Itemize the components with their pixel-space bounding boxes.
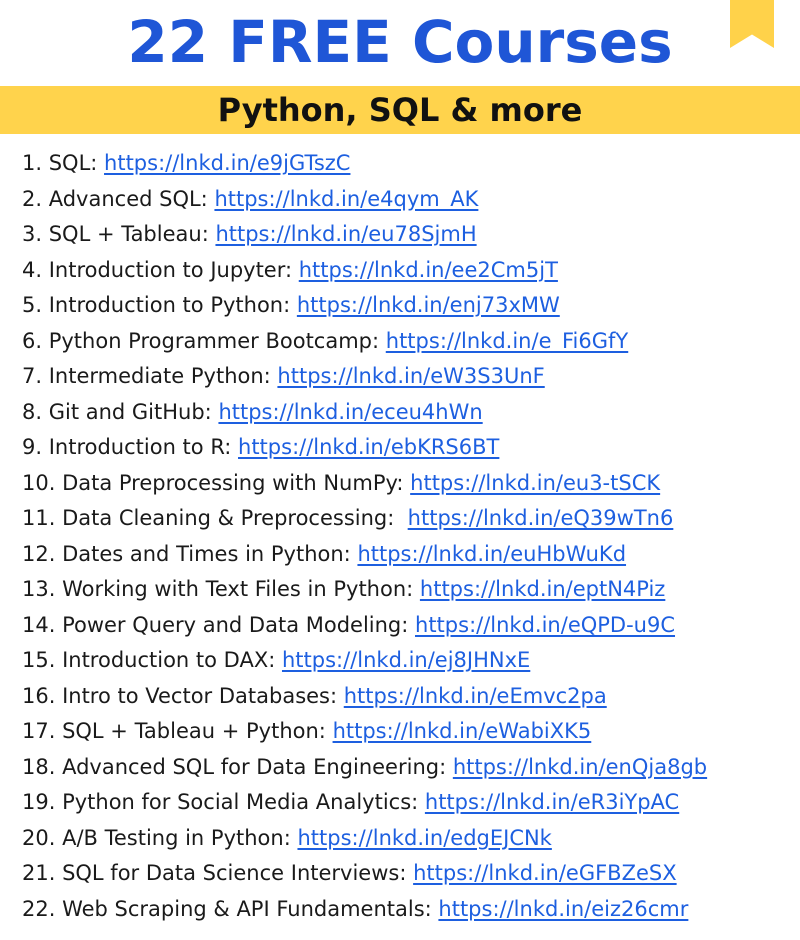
page-title: 22 FREE Courses: [127, 8, 673, 76]
course-label: 18. Advanced SQL for Data Engineering:: [22, 754, 453, 779]
course-link[interactable]: https://lnkd.in/edgEJCNk: [297, 826, 551, 850]
course-link[interactable]: https://lnkd.in/eQ39wTn6: [408, 506, 674, 530]
course-item-8: 8. Git and GitHub: https://lnkd.in/eceu4…: [22, 395, 707, 431]
course-item-12: 12. Dates and Times in Python: https://l…: [22, 537, 707, 573]
course-item-21: 21. SQL for Data Science Interviews: htt…: [22, 856, 707, 892]
course-label: 7. Intermediate Python:: [22, 364, 278, 388]
course-label: 12. Dates and Times in Python:: [22, 541, 358, 566]
course-item-16: 16. Intro to Vector Databases: https://l…: [22, 679, 707, 715]
course-label: 8. Git and GitHub:: [22, 399, 219, 424]
course-item-5: 5. Introduction to Python: https://lnkd.…: [22, 288, 707, 324]
course-link[interactable]: https://lnkd.in/eW3S3UnF: [277, 364, 544, 388]
course-item-10: 10. Data Preprocessing with NumPy: https…: [22, 466, 707, 502]
course-link[interactable]: https://lnkd.in/eGFBZeSX: [413, 861, 677, 885]
course-label: 9. Introduction to R:: [22, 435, 239, 459]
course-item-20: 20. A/B Testing in Python: https://lnkd.…: [22, 821, 707, 857]
course-list: 1. SQL: https://lnkd.in/e9jGTszC 2. Adva…: [22, 146, 707, 927]
course-item-13: 13. Working with Text Files in Python: h…: [22, 572, 707, 608]
page-subtitle: Python, SQL & more: [217, 91, 583, 129]
course-item-7: 7. Intermediate Python: https://lnkd.in/…: [22, 359, 707, 395]
course-link[interactable]: https://lnkd.in/ebKRS6BT: [238, 435, 499, 459]
course-label: 20. A/B Testing in Python:: [22, 825, 298, 850]
course-item-17: 17. SQL + Tableau + Python: https://lnkd…: [22, 714, 707, 750]
course-item-11: 11. Data Cleaning & Preprocessing: https…: [22, 501, 707, 537]
course-item-2: 2. Advanced SQL: https://lnkd.in/e4qym_A…: [22, 182, 707, 218]
course-link[interactable]: https://lnkd.in/eiz26cmr: [438, 897, 688, 921]
course-item-15: 15. Introduction to DAX: https://lnkd.in…: [22, 643, 707, 679]
course-link[interactable]: https://lnkd.in/eu3-tSCK: [410, 471, 660, 495]
course-label: 16. Intro to Vector Databases:: [22, 683, 344, 708]
course-label: 3. SQL + Tableau:: [22, 222, 216, 246]
course-link[interactable]: https://lnkd.in/enj73xMW: [297, 293, 560, 317]
course-link[interactable]: https://lnkd.in/eR3iYpAC: [425, 790, 679, 814]
course-label: 14. Power Query and Data Modeling:: [22, 612, 416, 637]
course-label: 21. SQL for Data Science Interviews:: [22, 861, 414, 885]
course-label: 11. Data Cleaning & Preprocessing:: [22, 506, 408, 530]
course-label: 15. Introduction to DAX:: [22, 648, 282, 672]
course-link[interactable]: https://lnkd.in/e9jGTszC: [104, 151, 350, 175]
course-item-9: 9. Introduction to R: https://lnkd.in/eb…: [22, 430, 707, 466]
course-label: 2. Advanced SQL:: [22, 186, 215, 211]
course-item-14: 14. Power Query and Data Modeling: https…: [22, 608, 707, 644]
course-link[interactable]: https://lnkd.in/enQja8gb: [453, 755, 707, 779]
course-item-4: 4. Introduction to Jupyter: https://lnkd…: [22, 253, 707, 289]
course-link[interactable]: https://lnkd.in/e_Fi6GfY: [386, 329, 628, 353]
course-link[interactable]: https://lnkd.in/e4qym_AK: [214, 187, 478, 211]
course-item-1: 1. SQL: https://lnkd.in/e9jGTszC: [22, 146, 707, 182]
course-link[interactable]: https://lnkd.in/eWabiXK5: [333, 719, 592, 743]
course-link[interactable]: https://lnkd.in/eptN4Piz: [420, 577, 665, 601]
course-label: 5. Introduction to Python:: [22, 293, 297, 317]
course-item-19: 19. Python for Social Media Analytics: h…: [22, 785, 707, 821]
course-link[interactable]: https://lnkd.in/ej8JHNxE: [282, 648, 530, 672]
course-label: 19. Python for Social Media Analytics:: [22, 790, 425, 814]
course-item-18: 18. Advanced SQL for Data Engineering: h…: [22, 750, 707, 786]
course-item-6: 6. Python Programmer Bootcamp: https://l…: [22, 324, 707, 360]
course-link[interactable]: https://lnkd.in/eEmvc2pa: [344, 684, 607, 708]
course-label: 17. SQL + Tableau + Python:: [22, 719, 333, 743]
course-link[interactable]: https://lnkd.in/euHbWuKd: [357, 542, 626, 566]
course-label: 13. Working with Text Files in Python:: [22, 577, 420, 601]
course-item-22: 22. Web Scraping & API Fundamentals: htt…: [22, 892, 707, 928]
course-link[interactable]: https://lnkd.in/eQPD-u9C: [415, 613, 675, 637]
course-label: 4. Introduction to Jupyter:: [22, 257, 299, 282]
course-label: 22. Web Scraping & API Fundamentals:: [22, 896, 439, 921]
course-label: 1. SQL:: [22, 151, 105, 175]
course-label: 10. Data Preprocessing with NumPy:: [22, 470, 411, 495]
course-label: 6. Python Programmer Bootcamp:: [22, 328, 386, 353]
course-link[interactable]: https://lnkd.in/ee2Cm5jT: [299, 258, 558, 282]
course-link[interactable]: https://lnkd.in/eceu4hWn: [218, 400, 482, 424]
course-item-3: 3. SQL + Tableau: https://lnkd.in/eu78Sj…: [22, 217, 707, 253]
course-link[interactable]: https://lnkd.in/eu78SjmH: [215, 222, 476, 246]
